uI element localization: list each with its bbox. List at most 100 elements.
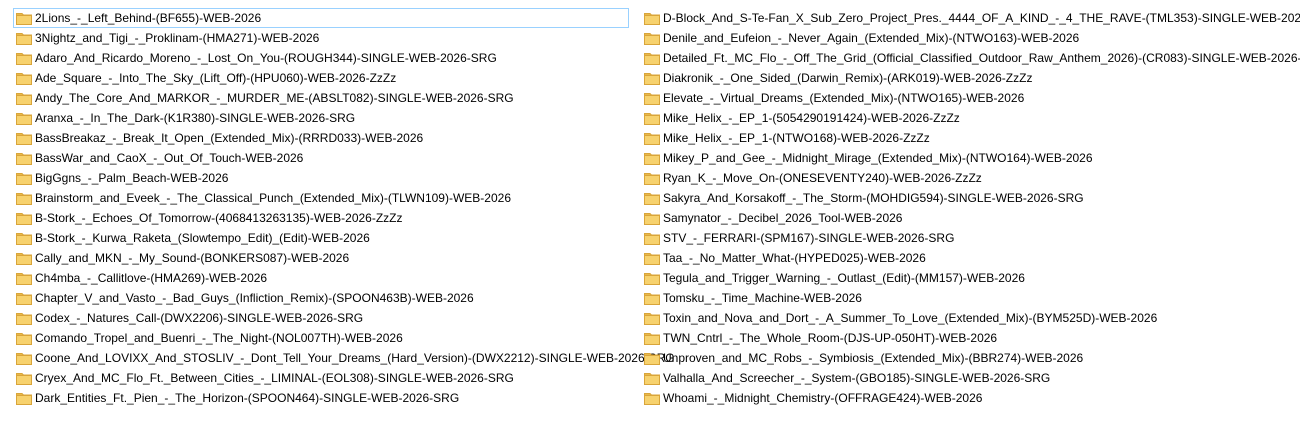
folder-icon (644, 332, 660, 345)
folder-name: Detailed_Ft._MC_Flo_-_Off_The_Grid_(Offi… (663, 51, 1300, 65)
folder-name: Ryan_K_-_Move_On-(ONESEVENTY240)-WEB-202… (663, 171, 982, 185)
folder-icon (644, 92, 660, 105)
folder-item[interactable]: BigGgns_-_Palm_Beach-WEB-2026 (13, 168, 629, 188)
folder-item[interactable]: Codex_-_Natures_Call-(DWX2206)-SINGLE-WE… (13, 308, 629, 328)
folder-item[interactable]: Unproven_and_MC_Robs_-_Symbiosis_(Extend… (641, 348, 1300, 368)
folder-name: Cryex_And_MC_Flo_Ft._Between_Cities_-_LI… (35, 371, 514, 385)
folder-name: Tomsku_-_Time_Machine-WEB-2026 (663, 291, 862, 305)
folder-icon (644, 392, 660, 405)
folder-icon (644, 132, 660, 145)
folder-name: Diakronik_-_One_Sided_(Darwin_Remix)-(AR… (663, 71, 1033, 85)
folder-item[interactable]: B-Stork_-_Kurwa_Raketa_(Slowtempo_Edit)_… (13, 228, 629, 248)
folder-icon (16, 72, 32, 85)
folder-icon (644, 32, 660, 45)
folder-name: Codex_-_Natures_Call-(DWX2206)-SINGLE-WE… (35, 311, 364, 325)
folder-name: Andy_The_Core_And_MARKOR_-_MURDER_ME-(AB… (35, 91, 514, 105)
folder-item[interactable]: BassWar_and_CaoX_-_Out_Of_Touch-WEB-2026 (13, 148, 629, 168)
folder-name: Ade_Square_-_Into_The_Sky_(Lift_Off)-(HP… (35, 71, 397, 85)
folder-name: Tegula_and_Trigger_Warning_-_Outlast_(Ed… (663, 271, 1025, 285)
folder-item[interactable]: Dark_Entities_Ft._Pien_-_The_Horizon-(SP… (13, 388, 629, 408)
folder-item[interactable]: Toxin_and_Nova_and_Dort_-_A_Summer_To_Lo… (641, 308, 1300, 328)
folder-icon (644, 192, 660, 205)
folder-item[interactable]: Samynator_-_Decibel_2026_Tool-WEB-2026 (641, 208, 1300, 228)
folder-name: Denile_and_Eufeion_-_Never_Again_(Extend… (663, 31, 1080, 45)
folder-name: Cally_and_MKN_-_My_Sound-(BONKERS087)-WE… (35, 251, 350, 265)
folder-name: BassBreakaz_-_Break_It_Open_(Extended_Mi… (35, 131, 424, 145)
folder-name: Samynator_-_Decibel_2026_Tool-WEB-2026 (663, 211, 903, 225)
folder-item[interactable]: Comando_Tropel_and_Buenri_-_The_Night-(N… (13, 328, 629, 348)
file-column-2: D-Block_And_S-Te-Fan_X_Sub_Zero_Project_… (641, 8, 1300, 408)
folder-item[interactable]: Brainstorm_and_Eveek_-_The_Classical_Pun… (13, 188, 629, 208)
folder-name: Whoami_-_Midnight_Chemistry-(OFFRAGE424)… (663, 391, 983, 405)
folder-item[interactable]: Ryan_K_-_Move_On-(ONESEVENTY240)-WEB-202… (641, 168, 1300, 188)
folder-item[interactable]: Mike_Helix_-_EP_1-(NTWO168)-WEB-2026-ZzZ… (641, 128, 1300, 148)
folder-item[interactable]: Coone_And_LOVIXX_And_STOSLIV_-_Dont_Tell… (13, 348, 675, 368)
folder-icon (16, 252, 32, 265)
folder-item[interactable]: Chapter_V_and_Vasto_-_Bad_Guys_(Inflicti… (13, 288, 629, 308)
folder-icon (16, 292, 32, 305)
folder-item[interactable]: 3Nightz_and_Tigi_-_Proklinam-(HMA271)-WE… (13, 28, 629, 48)
folder-icon (644, 292, 660, 305)
folder-item[interactable]: Mikey_P_and_Gee_-_Midnight_Mirage_(Exten… (641, 148, 1300, 168)
folder-name: B-Stork_-_Kurwa_Raketa_(Slowtempo_Edit)_… (35, 231, 370, 245)
folder-name: Aranxa_-_In_The_Dark-(K1R380)-SINGLE-WEB… (35, 111, 356, 125)
folder-item[interactable]: B-Stork_-_Echoes_Of_Tomorrow-(4068413263… (13, 208, 629, 228)
folder-item[interactable]: D-Block_And_S-Te-Fan_X_Sub_Zero_Project_… (641, 8, 1300, 28)
folder-icon (644, 112, 660, 125)
folder-icon (16, 332, 32, 345)
folder-item[interactable]: Ade_Square_-_Into_The_Sky_(Lift_Off)-(HP… (13, 68, 629, 88)
folder-icon (644, 52, 660, 65)
folder-item[interactable]: Cryex_And_MC_Flo_Ft._Between_Cities_-_LI… (13, 368, 629, 388)
folder-name: 2Lions_-_Left_Behind-(BF655)-WEB-2026 (35, 11, 262, 25)
folder-name: Unproven_and_MC_Robs_-_Symbiosis_(Extend… (663, 351, 1084, 365)
folder-item[interactable]: BassBreakaz_-_Break_It_Open_(Extended_Mi… (13, 128, 629, 148)
folder-icon (16, 392, 32, 405)
folder-item[interactable]: Diakronik_-_One_Sided_(Darwin_Remix)-(AR… (641, 68, 1300, 88)
folder-item[interactable]: Mike_Helix_-_EP_1-(5054290191424)-WEB-20… (641, 108, 1300, 128)
folder-item[interactable]: STV_-_FERRARI-(SPM167)-SINGLE-WEB-2026-S… (641, 228, 1300, 248)
folder-icon (16, 192, 32, 205)
folder-name: Mikey_P_and_Gee_-_Midnight_Mirage_(Exten… (663, 151, 1093, 165)
folder-item[interactable]: Aranxa_-_In_The_Dark-(K1R380)-SINGLE-WEB… (13, 108, 629, 128)
folder-name: STV_-_FERRARI-(SPM167)-SINGLE-WEB-2026-S… (663, 231, 955, 245)
folder-name: Comando_Tropel_and_Buenri_-_The_Night-(N… (35, 331, 403, 345)
folder-item[interactable]: Ch4mba_-_Callitlove-(HMA269)-WEB-2026 (13, 268, 629, 288)
folder-name: D-Block_And_S-Te-Fan_X_Sub_Zero_Project_… (663, 11, 1300, 25)
folder-name: Coone_And_LOVIXX_And_STOSLIV_-_Dont_Tell… (35, 351, 675, 365)
folder-item[interactable]: Adaro_And_Ricardo_Moreno_-_Lost_On_You-(… (13, 48, 629, 68)
folder-item[interactable]: Whoami_-_Midnight_Chemistry-(OFFRAGE424)… (641, 388, 1300, 408)
folder-item[interactable]: Tomsku_-_Time_Machine-WEB-2026 (641, 288, 1300, 308)
folder-icon (644, 212, 660, 225)
folder-name: BassWar_and_CaoX_-_Out_Of_Touch-WEB-2026 (35, 151, 304, 165)
folder-icon (16, 372, 32, 385)
folder-item[interactable]: Sakyra_And_Korsakoff_-_The_Storm-(MOHDIG… (641, 188, 1300, 208)
folder-name: 3Nightz_and_Tigi_-_Proklinam-(HMA271)-WE… (35, 31, 320, 45)
folder-name: Taa_-_No_Matter_What-(HYPED025)-WEB-2026 (663, 251, 926, 265)
file-list: 2Lions_-_Left_Behind-(BF655)-WEB-2026 3N… (13, 8, 1300, 408)
folder-item[interactable]: 2Lions_-_Left_Behind-(BF655)-WEB-2026 (13, 8, 629, 28)
folder-item[interactable]: Cally_and_MKN_-_My_Sound-(BONKERS087)-WE… (13, 248, 629, 268)
folder-item[interactable]: Detailed_Ft._MC_Flo_-_Off_The_Grid_(Offi… (641, 48, 1300, 68)
folder-icon (16, 52, 32, 65)
folder-item[interactable]: Valhalla_And_Screecher_-_System-(GBO185)… (641, 368, 1300, 388)
folder-item[interactable]: Elevate_-_Virtual_Dreams_(Extended_Mix)-… (641, 88, 1300, 108)
folder-icon (16, 112, 32, 125)
folder-item[interactable]: Denile_and_Eufeion_-_Never_Again_(Extend… (641, 28, 1300, 48)
folder-item[interactable]: Taa_-_No_Matter_What-(HYPED025)-WEB-2026 (641, 248, 1300, 268)
folder-icon (644, 12, 660, 25)
folder-icon (16, 152, 32, 165)
folder-item[interactable]: Andy_The_Core_And_MARKOR_-_MURDER_ME-(AB… (13, 88, 629, 108)
folder-icon (644, 372, 660, 385)
folder-name: Brainstorm_and_Eveek_-_The_Classical_Pun… (35, 191, 511, 205)
folder-icon (16, 212, 32, 225)
folder-icon (16, 32, 32, 45)
folder-name: Adaro_And_Ricardo_Moreno_-_Lost_On_You-(… (35, 51, 497, 65)
folder-name: Toxin_and_Nova_and_Dort_-_A_Summer_To_Lo… (663, 311, 1158, 325)
folder-name: Chapter_V_and_Vasto_-_Bad_Guys_(Inflicti… (35, 291, 474, 305)
folder-icon (16, 132, 32, 145)
folder-icon (16, 12, 32, 25)
folder-icon (16, 312, 32, 325)
folder-icon (644, 72, 660, 85)
folder-item[interactable]: TWN_Cntrl_-_The_Whole_Room-(DJS-UP-050HT… (641, 328, 1300, 348)
folder-item[interactable]: Tegula_and_Trigger_Warning_-_Outlast_(Ed… (641, 268, 1300, 288)
